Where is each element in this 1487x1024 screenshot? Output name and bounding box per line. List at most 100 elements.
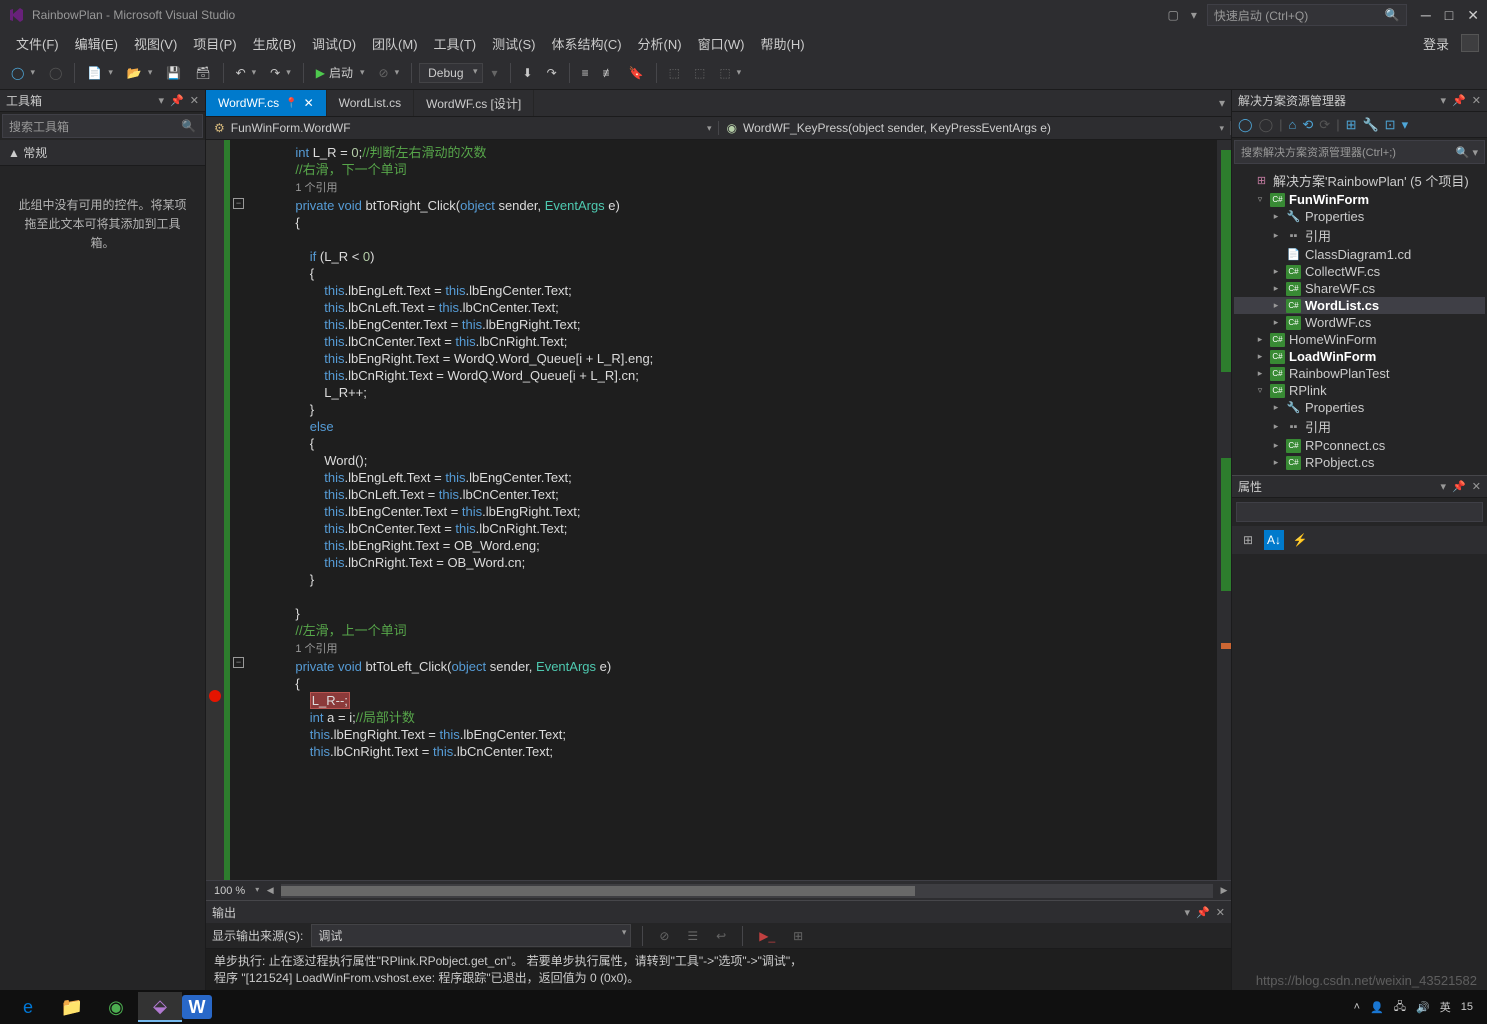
outline-collapse-icon[interactable]: − xyxy=(233,657,244,668)
tree-item-rpconnectcs[interactable]: ▸C#RPconnect.cs xyxy=(1234,437,1485,454)
properties-grid[interactable] xyxy=(1232,554,1487,990)
save-all-button[interactable]: 🗃 xyxy=(190,63,215,83)
menu-窗口[interactable]: 窗口(W) xyxy=(690,34,753,55)
chevron-icon[interactable]: ▸ xyxy=(1270,457,1282,468)
menu-体系结构[interactable]: 体系结构(C) xyxy=(543,34,629,55)
save-button[interactable]: 💾 xyxy=(161,63,186,83)
feedback-icon[interactable]: ▢ xyxy=(1168,8,1179,22)
tree-item-homewinform[interactable]: ▸C#HomeWinForm xyxy=(1234,331,1485,348)
tab-wordwfcs[interactable]: WordWF.cs📍✕ xyxy=(206,90,327,116)
tab-wordwfcs[interactable]: WordWF.cs [设计] xyxy=(414,90,534,116)
output-toggle-button[interactable]: ☰ xyxy=(682,926,703,946)
tree-item-loadwinform[interactable]: ▸C#LoadWinForm xyxy=(1234,348,1485,365)
code-editor[interactable]: −− int L_R = 0;//判断左右滑动的次数 //右滑，下一个单词 1 … xyxy=(206,140,1231,880)
tree-item-rpobjectcs[interactable]: ▸C#RPobject.cs xyxy=(1234,454,1485,471)
tab-scroll-icon[interactable]: ▾ xyxy=(1219,96,1225,110)
sln-view-icon[interactable]: ▾ xyxy=(1402,117,1409,133)
step-over-button[interactable]: ↷ xyxy=(542,63,562,83)
close-tab-icon[interactable]: ✕ xyxy=(304,96,314,110)
signin-link[interactable]: 登录 xyxy=(1417,31,1455,56)
nav-member-combo[interactable]: ◉ WordWF_KeyPress(object sender, KeyPres… xyxy=(719,121,1232,135)
props-alphabetical-button[interactable]: A↓ xyxy=(1264,530,1284,550)
minimize-button[interactable]: ─ xyxy=(1421,7,1431,24)
menu-团队[interactable]: 团队(M) xyxy=(364,34,426,55)
chevron-icon[interactable]: ▿ xyxy=(1254,194,1266,205)
tree-solution-root[interactable]: ⊞解决方案'RainbowPlan' (5 个项目) xyxy=(1234,170,1485,191)
sln-refresh-icon[interactable]: ⟳ xyxy=(1319,117,1330,133)
tree-item-wordlistcs[interactable]: ▸C#WordList.cs xyxy=(1234,297,1485,314)
tree-item-properties[interactable]: ▸🔧Properties xyxy=(1234,399,1485,416)
config-combo[interactable]: Debug xyxy=(419,63,482,83)
sln-home-icon[interactable]: ⌂ xyxy=(1289,117,1297,132)
props-events-button[interactable]: ⚡ xyxy=(1290,530,1310,550)
chevron-icon[interactable]: ▸ xyxy=(1254,334,1266,345)
tray-clock[interactable]: 15 xyxy=(1461,1001,1473,1013)
tray-network-icon[interactable]: 🖧 xyxy=(1394,998,1406,1017)
close-panel-icon[interactable]: ✕ xyxy=(1216,906,1225,919)
notifications-icon[interactable]: ▾ xyxy=(1191,8,1197,22)
menu-生成[interactable]: 生成(B) xyxy=(245,34,304,55)
tree-item-properties[interactable]: ▸🔧Properties xyxy=(1234,208,1485,225)
tree-item-rainbowplantest[interactable]: ▸C#RainbowPlanTest xyxy=(1234,365,1485,382)
close-panel-icon[interactable]: ✕ xyxy=(1472,480,1481,493)
sln-search-input[interactable]: 搜索解决方案资源管理器(Ctrl+;) 🔍 ▾ xyxy=(1234,140,1485,164)
tool-button-3[interactable]: ⬚ xyxy=(714,63,746,83)
chevron-icon[interactable]: ▸ xyxy=(1270,211,1282,222)
maximize-button[interactable]: □ xyxy=(1445,7,1453,24)
tree-item-wordwfcs[interactable]: ▸C#WordWF.cs xyxy=(1234,314,1485,331)
toolbox-group-general[interactable]: ▲ 常规 xyxy=(0,140,205,166)
tool-button-1[interactable]: ⬚ xyxy=(664,63,685,83)
chevron-icon[interactable]: ▸ xyxy=(1270,421,1282,432)
redo-button[interactable]: ↷ xyxy=(265,63,296,83)
close-panel-icon[interactable]: ✕ xyxy=(1472,94,1481,107)
outline-collapse-icon[interactable]: − xyxy=(233,198,244,209)
taskbar-browser-icon[interactable]: ◉ xyxy=(94,992,138,1022)
code-text[interactable]: int L_R = 0;//判断左右滑动的次数 //右滑，下一个单词 1 个引用… xyxy=(248,140,1217,880)
chevron-icon[interactable]: ▿ xyxy=(1254,385,1266,396)
menu-帮助[interactable]: 帮助(H) xyxy=(753,34,813,55)
close-button[interactable]: ✕ xyxy=(1467,7,1479,24)
tree-item-rplink[interactable]: ▿C#RPlink xyxy=(1234,382,1485,399)
taskbar-wps-icon[interactable]: W xyxy=(182,995,212,1019)
pin-icon[interactable]: 📌 xyxy=(170,94,184,107)
breakpoint-margin[interactable] xyxy=(206,140,224,880)
menu-测试[interactable]: 测试(S) xyxy=(484,34,543,55)
hscroll-left[interactable]: ◀ xyxy=(263,885,277,896)
uncomment-button[interactable]: ≢ xyxy=(598,63,620,83)
start-debug-button[interactable]: ▶启动 xyxy=(311,61,370,84)
dropdown-icon[interactable]: ▾ xyxy=(1441,480,1447,493)
tab-wordlistcs[interactable]: WordList.cs xyxy=(327,90,414,116)
tray-up-icon[interactable]: ˄ xyxy=(1354,1001,1360,1013)
sln-back-icon[interactable]: ◯ xyxy=(1238,117,1253,133)
chevron-icon[interactable]: ▸ xyxy=(1270,266,1282,277)
menu-分析[interactable]: 分析(N) xyxy=(630,34,690,55)
comment-button[interactable]: ≡ xyxy=(577,63,594,83)
quick-launch-input[interactable]: 快速启动 (Ctrl+Q) 🔍 xyxy=(1207,4,1407,26)
outlining-margin[interactable]: −− xyxy=(230,140,248,880)
taskbar-vs-icon[interactable]: ⬙ xyxy=(138,992,182,1022)
properties-object-combo[interactable] xyxy=(1236,502,1483,522)
toolbox-search-input[interactable]: 搜索工具箱 🔍 xyxy=(2,114,203,138)
tree-item-sharewfcs[interactable]: ▸C#ShareWF.cs xyxy=(1234,280,1485,297)
menu-项目[interactable]: 项目(P) xyxy=(185,34,244,55)
output-find-button[interactable]: ⊞ xyxy=(788,926,808,946)
sln-showall-icon[interactable]: ⊡ xyxy=(1385,117,1396,133)
hscroll-track[interactable] xyxy=(281,884,1213,898)
chevron-icon[interactable]: ▸ xyxy=(1270,317,1282,328)
taskbar-edge-icon[interactable]: e xyxy=(6,992,50,1022)
hscroll-right[interactable]: ▶ xyxy=(1217,885,1231,896)
output-source-combo[interactable]: 调试 xyxy=(311,924,631,947)
props-categorized-button[interactable]: ⊞ xyxy=(1238,530,1258,550)
sln-collapse-icon[interactable]: ⊞ xyxy=(1346,117,1357,133)
undo-button[interactable]: ↶ xyxy=(231,63,262,83)
solution-tree[interactable]: ⊞解决方案'RainbowPlan' (5 个项目)▿C#FunWinForm▸… xyxy=(1232,166,1487,475)
tree-item-classdiagram1cd[interactable]: 📄ClassDiagram1.cd xyxy=(1234,246,1485,263)
browser-select-button[interactable]: ⊘ xyxy=(374,63,405,83)
tool-button-2[interactable]: ⬚ xyxy=(689,63,710,83)
menu-调试[interactable]: 调试(D) xyxy=(304,34,364,55)
close-panel-icon[interactable]: ✕ xyxy=(190,94,199,107)
open-button[interactable]: 📂 xyxy=(122,63,157,83)
sln-props-icon[interactable]: 🔧 xyxy=(1362,117,1378,133)
bookmark-button[interactable]: 🔖 xyxy=(624,63,649,83)
chevron-icon[interactable]: ▸ xyxy=(1270,230,1282,241)
